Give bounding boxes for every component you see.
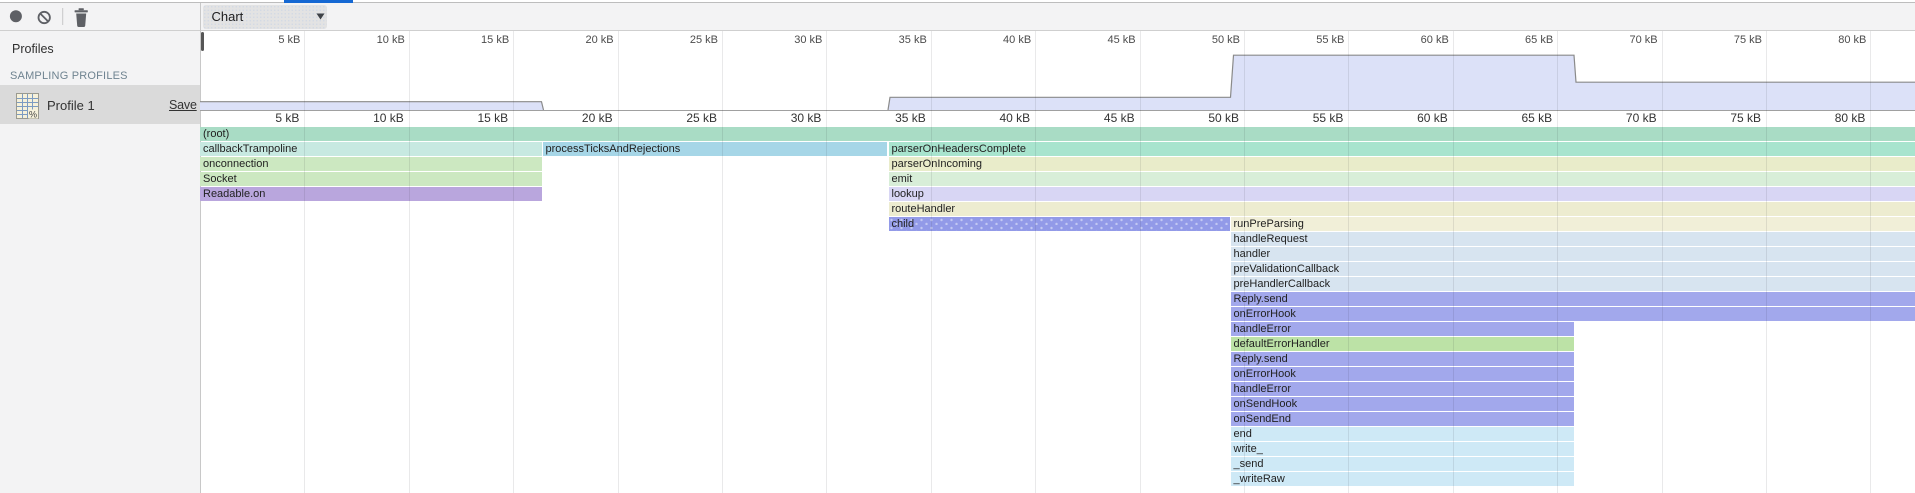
svg-text:%: % <box>29 110 37 120</box>
